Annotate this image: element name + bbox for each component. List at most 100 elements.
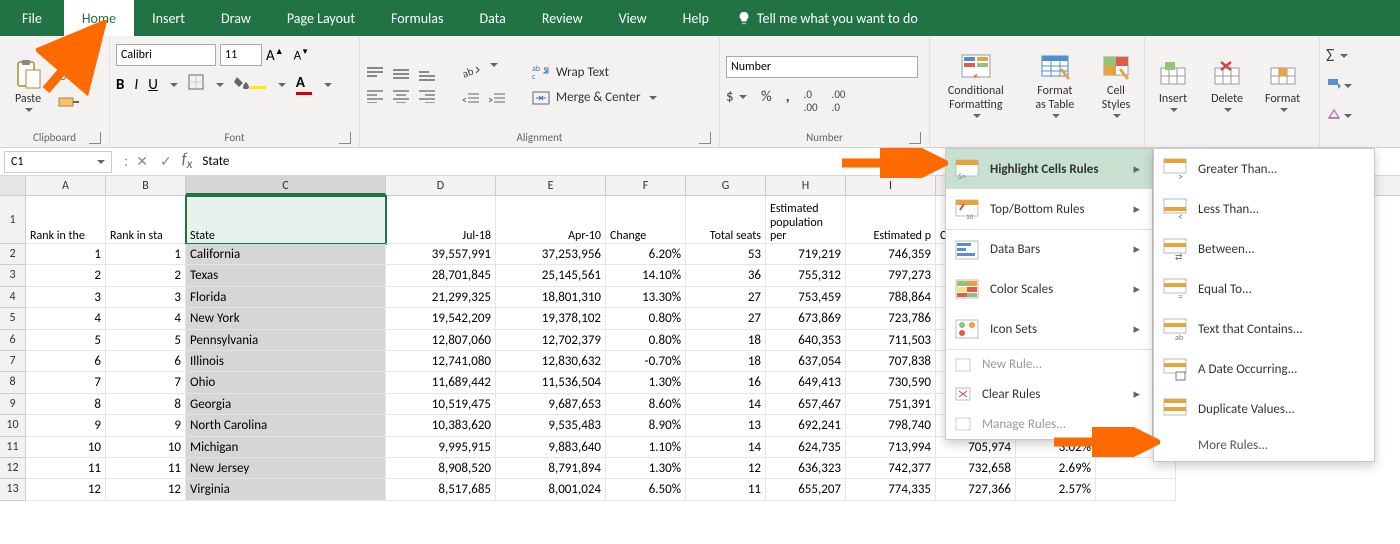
cell[interactable]: 36: [686, 265, 766, 286]
cell[interactable]: 1.30%: [606, 458, 686, 479]
tab-insert[interactable]: Insert: [134, 0, 203, 36]
cell[interactable]: 788,864: [846, 287, 936, 308]
name-box[interactable]: C1: [4, 151, 112, 173]
dialog-launcher-icon[interactable]: [909, 132, 921, 144]
row-header[interactable]: 7: [0, 351, 26, 372]
increase-indent-icon[interactable]: [488, 92, 506, 106]
cell[interactable]: Jul-18: [386, 196, 496, 244]
cell[interactable]: Texas: [186, 265, 386, 286]
underline-button[interactable]: U: [148, 76, 158, 94]
cell-styles-button[interactable]: Cell Styles: [1094, 49, 1138, 119]
borders-button[interactable]: [188, 74, 204, 95]
cell[interactable]: Change: [606, 196, 686, 244]
merge-center-button[interactable]: Merge & Center: [532, 90, 657, 105]
col-header[interactable]: D: [386, 176, 496, 195]
row-header[interactable]: 8: [0, 372, 26, 393]
dialog-launcher-icon[interactable]: [339, 132, 351, 144]
cell[interactable]: 11: [686, 479, 766, 500]
cancel-formula-icon[interactable]: ✕: [136, 153, 148, 170]
cell[interactable]: 746,359: [846, 244, 936, 265]
cell[interactable]: 10: [106, 437, 186, 458]
cell[interactable]: 4: [26, 308, 106, 329]
cell[interactable]: 753,459: [766, 287, 846, 308]
cell[interactable]: Apr-10: [496, 196, 606, 244]
cell[interactable]: California: [186, 244, 386, 265]
decrease-font-icon[interactable]: A▼: [294, 47, 309, 63]
cell[interactable]: Total seats: [686, 196, 766, 244]
align-middle-icon[interactable]: [392, 67, 410, 81]
cell[interactable]: 8: [106, 394, 186, 415]
cell[interactable]: 12: [26, 479, 106, 500]
cell[interactable]: 707,838: [846, 351, 936, 372]
row-header[interactable]: 12: [0, 458, 26, 479]
cell[interactable]: 7: [106, 372, 186, 393]
cell[interactable]: 692,241: [766, 415, 846, 436]
wrap-text-button[interactable]: abcWrap Text: [532, 64, 657, 80]
cell[interactable]: 21,299,325: [386, 287, 496, 308]
percent-format-icon[interactable]: %: [761, 88, 772, 114]
cell[interactable]: 0.80%: [606, 330, 686, 351]
cell[interactable]: 9,535,483: [496, 415, 606, 436]
cell[interactable]: 1.10%: [606, 437, 686, 458]
italic-button[interactable]: I: [134, 76, 138, 94]
cell[interactable]: 18: [686, 351, 766, 372]
menu-between[interactable]: ⇄Between...: [1154, 229, 1374, 269]
col-header[interactable]: I: [846, 176, 936, 195]
cell[interactable]: Florida: [186, 287, 386, 308]
align-right-icon[interactable]: [418, 89, 436, 103]
menu-text-contains[interactable]: abText that Contains...: [1154, 309, 1374, 349]
cell[interactable]: 2: [106, 265, 186, 286]
menu-data-bars[interactable]: Data Bars▸: [946, 229, 1152, 269]
cell[interactable]: 2.57%: [1016, 479, 1096, 500]
cell[interactable]: 12,741,080: [386, 351, 496, 372]
dialog-launcher-icon[interactable]: [699, 132, 711, 144]
font-size-input[interactable]: [220, 44, 262, 66]
cell[interactable]: 8: [26, 394, 106, 415]
tab-review[interactable]: Review: [524, 0, 601, 36]
cell[interactable]: -0.70%: [606, 351, 686, 372]
row-header[interactable]: 9: [0, 394, 26, 415]
menu-more-rules[interactable]: More Rules...: [1154, 429, 1374, 461]
tab-help[interactable]: Help: [665, 0, 727, 36]
conditional-formatting-button[interactable]: ≠ Conditional Formatting: [936, 49, 1016, 119]
insert-cells-button[interactable]: Insert: [1151, 56, 1195, 114]
row-header[interactable]: 4: [0, 287, 26, 308]
cell[interactable]: 1.30%: [606, 372, 686, 393]
cell[interactable]: 12,702,379: [496, 330, 606, 351]
cell[interactable]: 12,830,632: [496, 351, 606, 372]
increase-font-icon[interactable]: A▲: [266, 46, 284, 65]
row-header[interactable]: 3: [0, 265, 26, 286]
font-color-button[interactable]: A: [296, 74, 312, 95]
font-name-input[interactable]: [116, 44, 216, 66]
clear-icon[interactable]: [1326, 104, 1352, 126]
cell[interactable]: 711,503: [846, 330, 936, 351]
cell[interactable]: 37,253,956: [496, 244, 606, 265]
cell[interactable]: 25,145,561: [496, 265, 606, 286]
cell[interactable]: 18,801,310: [496, 287, 606, 308]
cell[interactable]: 751,391: [846, 394, 936, 415]
tab-formulas[interactable]: Formulas: [373, 0, 461, 36]
cell[interactable]: 8.90%: [606, 415, 686, 436]
menu-highlight-cells-rules[interactable]: 5> Highlight Cells Rules▸: [946, 149, 1152, 189]
cell[interactable]: 13: [686, 415, 766, 436]
cell[interactable]: 0.80%: [606, 308, 686, 329]
row-header[interactable]: 6: [0, 330, 26, 351]
col-header[interactable]: F: [606, 176, 686, 195]
cell[interactable]: 6: [106, 351, 186, 372]
cell[interactable]: 27: [686, 287, 766, 308]
cell[interactable]: 9: [26, 415, 106, 436]
cell[interactable]: 8,908,520: [386, 458, 496, 479]
format-as-table-button[interactable]: Format as Table: [1026, 49, 1084, 119]
cell[interactable]: 12: [686, 458, 766, 479]
row-header[interactable]: 10: [0, 415, 26, 436]
cell[interactable]: 640,353: [766, 330, 846, 351]
cell[interactable]: 7: [26, 372, 106, 393]
cell[interactable]: 2.69%: [1016, 458, 1096, 479]
cell[interactable]: 1: [26, 244, 106, 265]
cell[interactable]: 10,383,620: [386, 415, 496, 436]
cell[interactable]: Rank in the: [26, 196, 106, 244]
comma-format-icon[interactable]: ,: [786, 88, 790, 114]
cell[interactable]: Estimated p: [846, 196, 936, 244]
row-header[interactable]: 13: [0, 479, 26, 500]
cell[interactable]: 8,001,024: [496, 479, 606, 500]
